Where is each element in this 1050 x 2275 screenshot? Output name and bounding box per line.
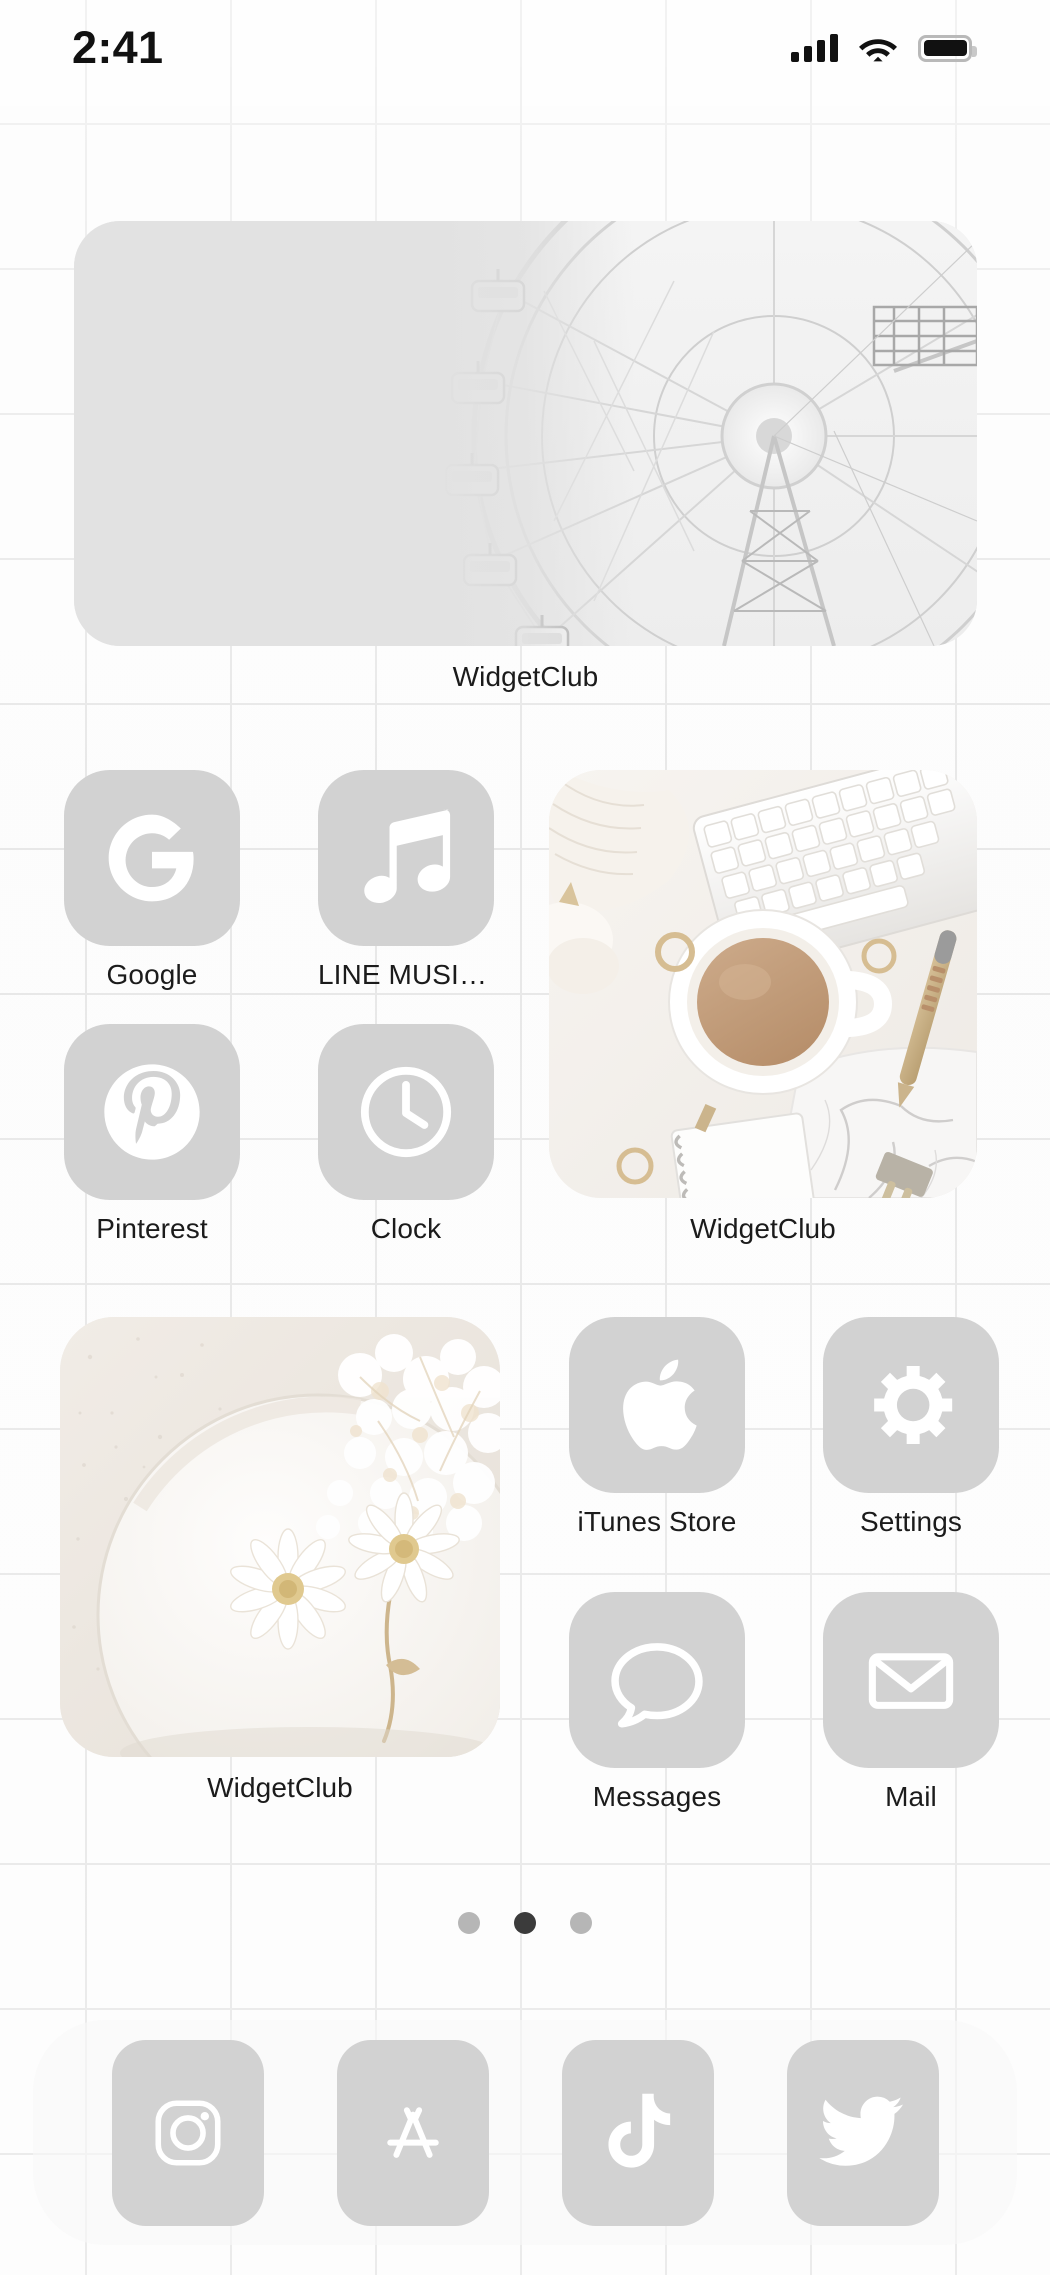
app-label: Messages	[592, 1781, 722, 1812]
status-bar: 2:41	[0, 0, 1050, 96]
home-screen: 2:41 WidgetClub Google LINE MUSIC Widget…	[0, 0, 1050, 2275]
tiktok-icon	[561, 2039, 714, 2226]
app-store-icon	[336, 2039, 489, 2226]
widget-daisy-plate-art	[60, 1317, 500, 1757]
page-dot-2-active[interactable]	[514, 1912, 536, 1934]
widget-label: WidgetClub	[690, 1213, 836, 1244]
app-mail[interactable]: Mail	[823, 1592, 999, 1814]
gear-icon	[823, 1317, 999, 1493]
widget-ferris-wheel-art	[74, 221, 977, 646]
google-g-icon	[64, 770, 240, 946]
app-google[interactable]: Google	[64, 770, 240, 992]
instagram-icon	[111, 2039, 264, 2226]
app-label: Settings	[860, 1506, 962, 1537]
widget-label: WidgetClub	[452, 661, 599, 692]
app-label: Google	[106, 959, 198, 990]
widget-coffee-desk[interactable]: WidgetClub	[549, 770, 977, 1244]
desk-flatlay-illustration	[549, 770, 977, 1198]
daisies-illustration	[60, 1317, 500, 1757]
status-bar-indicators	[791, 34, 977, 63]
twitter-bird-icon	[786, 2039, 939, 2226]
music-note-icon	[318, 770, 494, 946]
page-indicator[interactable]	[0, 1912, 1050, 1934]
app-label: Pinterest	[96, 1213, 208, 1244]
app-label: Mail	[885, 1781, 937, 1812]
speech-bubble-icon	[569, 1592, 745, 1768]
battery-full-icon	[918, 34, 977, 62]
app-messages[interactable]: Messages	[569, 1592, 745, 1814]
app-pinterest[interactable]: Pinterest	[64, 1024, 240, 1246]
clock-icon	[318, 1024, 494, 1200]
dock	[33, 2020, 1017, 2245]
app-label: LINE MUSIC 音…	[318, 959, 494, 990]
envelope-icon	[823, 1592, 999, 1768]
app-clock[interactable]: Clock	[318, 1024, 494, 1246]
widget-label: WidgetClub	[207, 1772, 353, 1803]
page-dot-1[interactable]	[458, 1912, 480, 1934]
widget-fade-overlay	[74, 221, 977, 646]
dock-app-instagram[interactable]	[111, 2039, 264, 2226]
page-dot-3[interactable]	[570, 1912, 592, 1934]
app-label: iTunes Store	[577, 1506, 737, 1537]
cellular-signal-icon	[791, 34, 838, 62]
app-line-music[interactable]: LINE MUSIC 音…	[318, 770, 494, 992]
app-itunes-store[interactable]: iTunes Store	[569, 1317, 745, 1539]
app-label: Clock	[370, 1213, 442, 1244]
status-bar-clock: 2:41	[72, 22, 164, 73]
pinterest-icon	[64, 1024, 240, 1200]
widget-coffee-desk-art	[549, 770, 977, 1198]
wifi-icon	[859, 38, 897, 61]
dock-app-tiktok[interactable]	[561, 2039, 714, 2226]
widget-ferris-wheel[interactable]: WidgetClub	[74, 221, 977, 692]
apple-logo-icon	[569, 1317, 745, 1493]
dock-app-twitter[interactable]	[786, 2039, 939, 2226]
app-settings[interactable]: Settings	[823, 1317, 999, 1539]
widget-daisy-plate[interactable]: WidgetClub	[60, 1317, 500, 1803]
dock-app-app-store[interactable]	[336, 2039, 489, 2226]
